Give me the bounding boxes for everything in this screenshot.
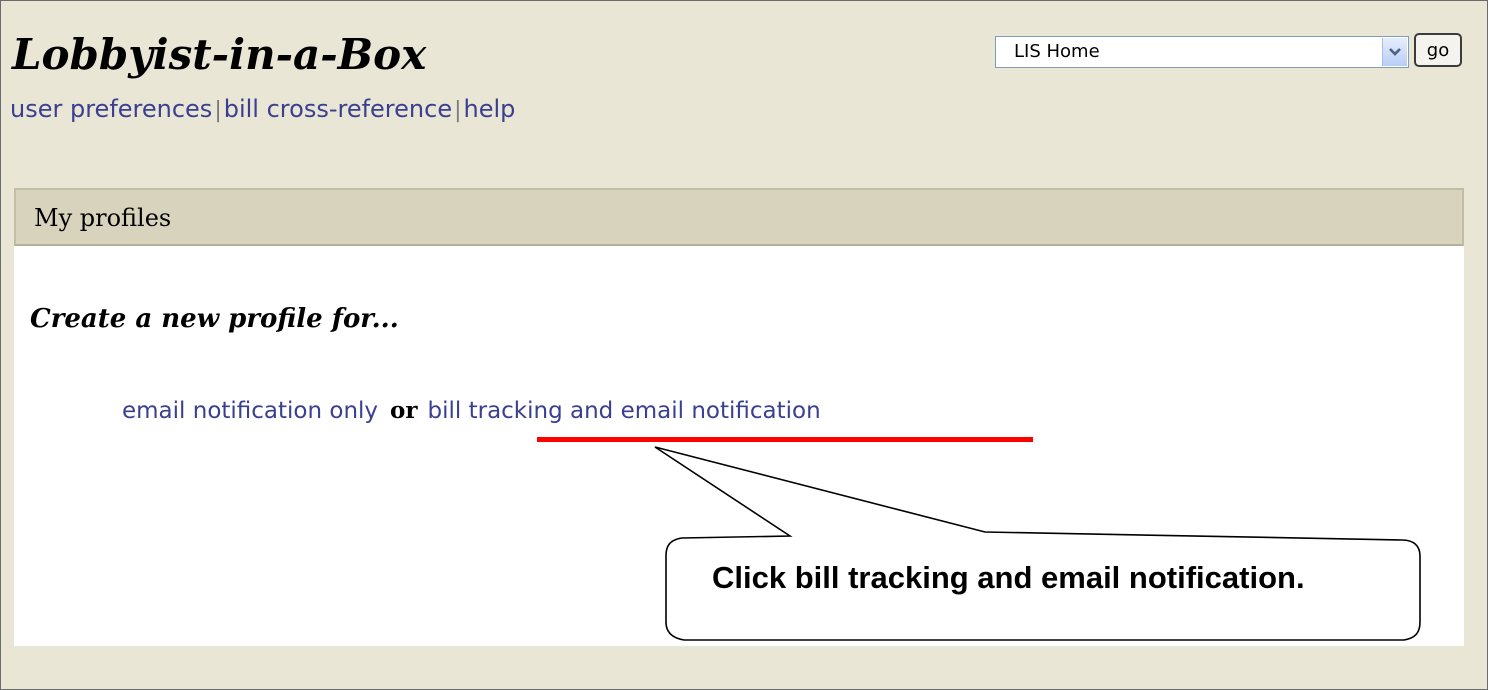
callout-text: Click bill tracking and email notificati… <box>712 560 1305 595</box>
callout-shape <box>654 446 1421 641</box>
